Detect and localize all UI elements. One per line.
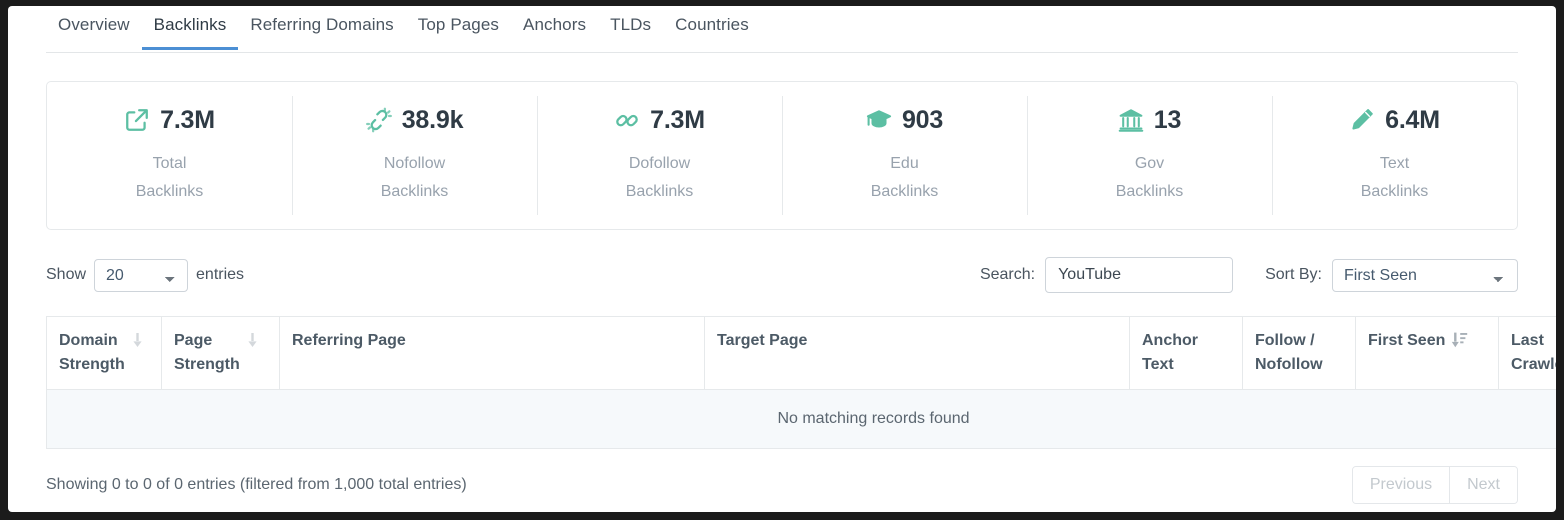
stat-label-line2: Backlinks <box>1361 183 1429 200</box>
column-header-target-page[interactable]: Target Page <box>705 317 1130 390</box>
link-chain-icon <box>614 107 640 133</box>
pagination-previous-button[interactable]: Previous <box>1353 467 1449 503</box>
stat-text-backlinks-top: 6.4M <box>1349 103 1440 137</box>
stat-label-line1: Nofollow <box>384 155 445 172</box>
stat-dofollow-backlinks-label: Dofollow Backlinks <box>626 150 694 206</box>
entries-label: entries <box>196 266 244 284</box>
column-header-line1: Target Page <box>717 329 807 353</box>
stat-total-backlinks-label: Total Backlinks <box>136 150 204 206</box>
column-header-line2: Nofollow <box>1255 356 1323 373</box>
search-label: Search: <box>980 266 1035 284</box>
stat-edu-backlinks: 903 Edu Backlinks <box>782 82 1027 229</box>
stat-label-line1: Total <box>153 155 187 172</box>
stat-dofollow-backlinks-top: 7.3M <box>614 103 705 137</box>
sort-descending-icon[interactable] <box>131 332 144 356</box>
bank-icon <box>1118 107 1144 133</box>
sort-by-select[interactable]: First Seen <box>1332 259 1518 292</box>
stat-gov-backlinks: 13 Gov Backlinks <box>1027 82 1272 229</box>
stat-label-line1: Dofollow <box>629 155 690 172</box>
backlinks-panel: Overview Backlinks Referring Domains Top… <box>8 6 1556 512</box>
search-input[interactable] <box>1045 257 1233 293</box>
column-header-referring-page[interactable]: Referring Page <box>280 317 705 390</box>
table-empty-row: No matching records found <box>47 390 1557 449</box>
stat-nofollow-backlinks: 38.9k Nofollow Backlinks <box>292 82 537 229</box>
show-label: Show <box>46 266 86 284</box>
backlinks-table: Domain Strength Page Streng <box>46 316 1556 449</box>
pagination: Previous Next <box>1352 466 1518 504</box>
stat-nofollow-backlinks-label: Nofollow Backlinks <box>381 150 449 206</box>
column-header-line2: Crawled <box>1511 356 1556 373</box>
stat-nofollow-backlinks-top: 38.9k <box>366 103 464 137</box>
column-header-line2: Strength <box>59 356 125 373</box>
stat-text-backlinks-label: Text Backlinks <box>1361 150 1429 206</box>
stat-label-line2: Backlinks <box>136 183 204 200</box>
stat-label-line2: Backlinks <box>871 183 939 200</box>
stat-label-line1: Edu <box>890 155 918 172</box>
tab-backlinks[interactable]: Backlinks <box>142 6 239 50</box>
table-info-text: Showing 0 to 0 of 0 entries (filtered fr… <box>46 476 467 494</box>
column-header-line1: Domain <box>59 332 118 349</box>
table-footer: Showing 0 to 0 of 0 entries (filtered fr… <box>46 465 1518 505</box>
stat-total-backlinks: 7.3M Total Backlinks <box>47 82 292 229</box>
stat-dofollow-backlinks: 7.3M Dofollow Backlinks <box>537 82 782 229</box>
column-header-page-strength[interactable]: Page Strength <box>162 317 280 390</box>
tab-top-pages[interactable]: Top Pages <box>406 6 511 50</box>
stat-label-line1: Text <box>1380 155 1409 172</box>
stat-gov-backlinks-value: 13 <box>1154 106 1181 135</box>
stat-gov-backlinks-top: 13 <box>1118 103 1181 137</box>
stat-total-backlinks-value: 7.3M <box>160 106 215 135</box>
pencil-icon <box>1349 107 1375 133</box>
table-body: No matching records found <box>47 390 1557 449</box>
stat-text-backlinks: 6.4M Text Backlinks <box>1272 82 1517 229</box>
column-header-line1: Last <box>1511 332 1544 349</box>
no-records-message: No matching records found <box>47 390 1557 449</box>
tab-bar: Overview Backlinks Referring Domains Top… <box>46 6 1518 53</box>
search-sort-group: Search: Sort By: First Seen <box>980 257 1518 293</box>
broken-link-icon <box>366 107 392 133</box>
stat-text-backlinks-value: 6.4M <box>1385 106 1440 135</box>
sort-descending-icon[interactable] <box>246 332 259 356</box>
column-header-line1: Referring Page <box>292 329 406 353</box>
stat-edu-backlinks-top: 903 <box>866 103 943 137</box>
graduation-cap-icon <box>866 107 892 133</box>
stat-total-backlinks-top: 7.3M <box>124 103 215 137</box>
table-header-row: Domain Strength Page Streng <box>47 317 1557 390</box>
backlinks-table-wrapper: Domain Strength Page Streng <box>46 316 1518 449</box>
pagination-next-button[interactable]: Next <box>1449 467 1517 503</box>
stat-label-line2: Backlinks <box>381 183 449 200</box>
column-header-domain-strength[interactable]: Domain Strength <box>47 317 162 390</box>
external-link-icon <box>124 107 150 133</box>
column-header-anchor-text[interactable]: Anchor Text <box>1130 317 1243 390</box>
column-header-first-seen[interactable]: First Seen <box>1356 317 1499 390</box>
show-entries-group: Show 20 entries <box>46 259 244 292</box>
tab-referring-domains[interactable]: Referring Domains <box>238 6 405 50</box>
stat-gov-backlinks-label: Gov Backlinks <box>1116 150 1184 206</box>
stat-nofollow-backlinks-value: 38.9k <box>402 106 464 135</box>
tab-anchors[interactable]: Anchors <box>511 6 598 50</box>
column-header-line2: Text <box>1142 356 1174 373</box>
tab-tlds[interactable]: TLDs <box>598 6 663 50</box>
column-header-follow-nofollow[interactable]: Follow / Nofollow <box>1243 317 1356 390</box>
column-header-last-crawled[interactable]: Last Crawled <box>1499 317 1557 390</box>
stat-edu-backlinks-value: 903 <box>902 106 943 135</box>
stat-dofollow-backlinks-value: 7.3M <box>650 106 705 135</box>
tab-overview[interactable]: Overview <box>46 6 142 50</box>
stat-label-line2: Backlinks <box>626 183 694 200</box>
table-controls: Show 20 entries Search: Sort By: First S… <box>46 252 1518 298</box>
sort-descending-active-icon[interactable] <box>1451 332 1468 356</box>
column-header-line2: Strength <box>174 356 240 373</box>
show-entries-select[interactable]: 20 <box>94 259 188 292</box>
column-header-line1: Anchor <box>1142 332 1198 349</box>
stat-edu-backlinks-label: Edu Backlinks <box>871 150 939 206</box>
tab-countries[interactable]: Countries <box>663 6 761 50</box>
backlink-stats-card: 7.3M Total Backlinks <box>46 81 1518 230</box>
column-header-line1: First Seen <box>1368 329 1445 353</box>
stat-label-line2: Backlinks <box>1116 183 1184 200</box>
column-header-line1: Page <box>174 332 212 349</box>
sort-by-label: Sort By: <box>1265 266 1322 284</box>
stat-label-line1: Gov <box>1135 155 1164 172</box>
column-header-line1: Follow / <box>1255 332 1315 349</box>
table-head: Domain Strength Page Streng <box>47 317 1557 390</box>
